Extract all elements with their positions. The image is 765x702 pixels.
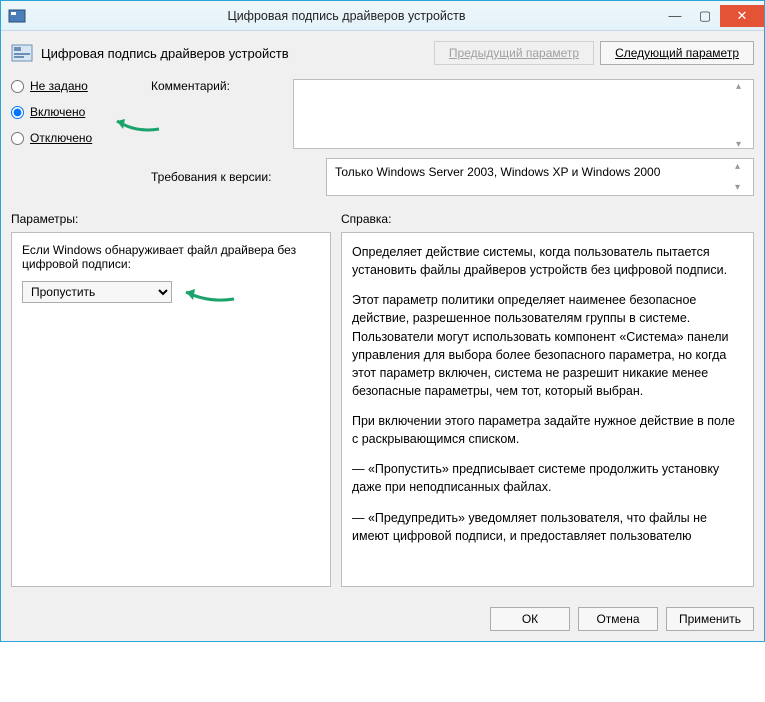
requirements-scrollbar[interactable]: ▴▾	[735, 161, 751, 193]
policy-icon	[11, 42, 33, 64]
radio-not-configured-label: Не задано	[30, 79, 88, 93]
next-setting-button[interactable]: Следующий параметр	[600, 41, 754, 65]
params-column: Параметры: Если Windows обнаруживает фай…	[11, 212, 331, 587]
radio-enabled-label: Включено	[30, 105, 85, 119]
radio-disabled-label: Отключено	[30, 131, 92, 145]
policy-title: Цифровая подпись драйверов устройств	[41, 46, 426, 61]
close-button[interactable]: ✕	[720, 5, 764, 27]
requirements-text: Только Windows Server 2003, Windows XP и…	[335, 165, 660, 179]
radio-enabled[interactable]: Включено	[11, 105, 131, 119]
radio-disabled-input[interactable]	[11, 132, 24, 145]
help-panel[interactable]: Определяет действие системы, когда польз…	[341, 232, 754, 587]
requirements-label: Требования к версии:	[151, 170, 316, 184]
apply-button[interactable]: Применить	[666, 607, 754, 631]
comment-scrollbar[interactable]: ▴▾	[736, 81, 752, 150]
radio-disabled[interactable]: Отключено	[11, 131, 131, 145]
comment-label: Комментарий:	[151, 79, 281, 93]
requirements-row: Требования к версии: Только Windows Serv…	[151, 158, 754, 196]
dialog-body: Цифровая подпись драйверов устройств Пре…	[1, 31, 764, 597]
policy-editor-window: Цифровая подпись драйверов устройств — ▢…	[0, 0, 765, 642]
window-title: Цифровая подпись драйверов устройств	[33, 9, 660, 23]
help-column: Справка: Определяет действие системы, ко…	[341, 212, 754, 587]
requirements-box: Только Windows Server 2003, Windows XP и…	[326, 158, 754, 196]
radio-not-configured[interactable]: Не задано	[11, 79, 131, 93]
minimize-button[interactable]: —	[660, 5, 690, 27]
titlebar-icon	[7, 6, 27, 26]
params-panel: Если Windows обнаруживает файл драйвера …	[11, 232, 331, 587]
nav-buttons: Предыдущий параметр Следующий параметр	[434, 41, 754, 65]
comment-textarea[interactable]	[293, 79, 754, 149]
help-p2: Этот параметр политики определяет наимен…	[352, 291, 743, 400]
state-radios: Не задано Включено Отключено	[11, 79, 131, 157]
titlebar: Цифровая подпись драйверов устройств — ▢…	[1, 1, 764, 31]
help-p5: — «Предупредить» уведомляет пользователя…	[352, 509, 743, 545]
header-row: Цифровая подпись драйверов устройств Пре…	[11, 41, 754, 65]
help-p3: При включении этого параметра задайте ну…	[352, 412, 743, 448]
maximize-button[interactable]: ▢	[690, 5, 720, 27]
window-controls: — ▢ ✕	[660, 5, 764, 27]
help-label: Справка:	[341, 212, 754, 226]
signing-action-select[interactable]: ПропуститьПредупредитьЗаблокировать	[22, 281, 172, 303]
state-row: Не задано Включено Отключено Комментарий…	[11, 79, 754, 196]
dialog-buttons: ОК Отмена Применить	[1, 597, 764, 641]
radio-not-configured-input[interactable]	[11, 80, 24, 93]
params-label: Параметры:	[11, 212, 331, 226]
prev-setting-button: Предыдущий параметр	[434, 41, 594, 65]
help-p1: Определяет действие системы, когда польз…	[352, 243, 743, 279]
state-right: Комментарий: ▴▾ Требования к версии: Тол…	[151, 79, 754, 196]
radio-enabled-input[interactable]	[11, 106, 24, 119]
cancel-button[interactable]: Отмена	[578, 607, 658, 631]
help-p4: — «Пропустить» предписывает системе прод…	[352, 460, 743, 496]
ok-button[interactable]: ОК	[490, 607, 570, 631]
annotation-arrow-2	[180, 281, 236, 305]
params-option-text: Если Windows обнаруживает файл драйвера …	[22, 243, 320, 271]
lower-panels: Параметры: Если Windows обнаруживает фай…	[11, 212, 754, 587]
